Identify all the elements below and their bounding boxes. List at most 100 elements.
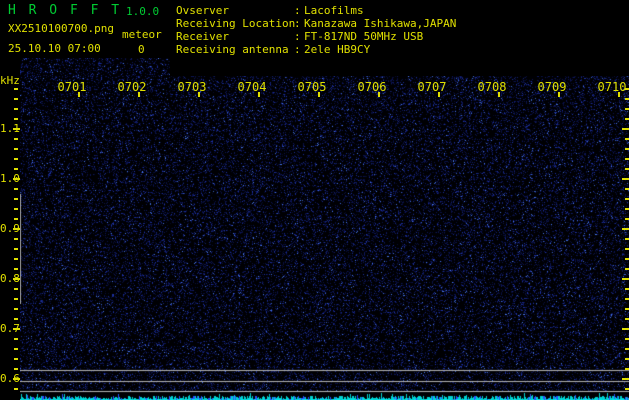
- frequency-axis-left: kHz 1.1 1.0 0.9 0.8 0.7 0.6: [0, 58, 20, 400]
- freq-minor-tick: [14, 218, 18, 220]
- freq-minor-tick: [14, 238, 18, 240]
- time-tick: [378, 92, 380, 97]
- time-tick-label: 0708: [472, 80, 512, 94]
- station-row: Ovserver: Lacofilms: [176, 4, 626, 17]
- freq-minor-tick: [14, 188, 18, 190]
- freq-minor-tick: [625, 118, 629, 120]
- station-row-separator: :: [294, 4, 304, 17]
- station-row-label: Receiver: [176, 30, 294, 43]
- freq-minor-tick: [625, 208, 629, 210]
- time-tick-label: 0709: [532, 80, 572, 94]
- hrofft-output: H R O F F T 1.0.0 XX2510100700.png meteo…: [0, 0, 629, 400]
- freq-minor-tick: [14, 148, 18, 150]
- freq-minor-tick: [14, 268, 18, 270]
- station-info-rows: Ovserver: Lacofilms Receiving Location: Kan…: [176, 4, 626, 56]
- time-tick: [438, 92, 440, 97]
- output-filename: XX2510100700.png: [8, 22, 114, 35]
- station-row-label: Receiving antenna: [176, 43, 294, 56]
- time-tick-label: 0702: [112, 80, 152, 94]
- freq-minor-tick: [14, 388, 18, 390]
- freq-minor-tick: [14, 258, 18, 260]
- time-tick-label: 0706: [352, 80, 392, 94]
- freq-minor-tick: [625, 238, 629, 240]
- freq-minor-tick: [14, 298, 18, 300]
- freq-minor-tick: [625, 298, 629, 300]
- time-tick: [498, 92, 500, 97]
- time-tick: [138, 92, 140, 97]
- station-row-separator: :: [294, 43, 304, 56]
- freq-minor-tick: [625, 108, 629, 110]
- station-row: Receiving Location: Kanazawa Ishikawa,JAP…: [176, 17, 626, 30]
- station-row-label: Ovserver: [176, 4, 294, 17]
- time-tick-label: 0703: [172, 80, 212, 94]
- time-tick-label: 0707: [412, 80, 452, 94]
- freq-major-tick: [622, 128, 629, 130]
- freq-minor-tick: [625, 88, 629, 90]
- time-tick-label: 0701: [52, 80, 92, 94]
- freq-minor-tick: [625, 318, 629, 320]
- time-axis: 0701 0702 0703 0704 0705 0706 0707 0708 0709 0710: [20, 58, 629, 400]
- freq-tick-label: 1.0: [0, 172, 14, 185]
- freq-minor-tick: [14, 108, 18, 110]
- freq-minor-tick: [625, 338, 629, 340]
- time-tick: [318, 92, 320, 97]
- freq-minor-tick: [625, 348, 629, 350]
- freq-minor-tick: [14, 138, 18, 140]
- freq-major-tick: [622, 228, 629, 230]
- frequency-unit-label: kHz: [0, 74, 20, 87]
- freq-major-tick: [622, 178, 629, 180]
- mode-label: meteor: [122, 28, 162, 41]
- freq-minor-tick: [14, 248, 18, 250]
- time-tick-label: 0705: [292, 80, 332, 94]
- freq-minor-tick: [14, 348, 18, 350]
- station-row: Receiving antenna:2ele HB9CY: [176, 43, 626, 56]
- freq-minor-tick: [14, 318, 18, 320]
- station-row-value: 2ele HB9CY: [304, 43, 626, 56]
- app-title: H R O F F T: [8, 3, 122, 18]
- station-row-label: Receiving Location: [176, 17, 294, 30]
- station-row-value: FT-817ND 50MHz USB: [304, 30, 626, 43]
- freq-minor-tick: [625, 98, 629, 100]
- freq-minor-tick: [14, 158, 18, 160]
- time-tick: [258, 92, 260, 97]
- freq-major-tick: [622, 328, 629, 330]
- station-row-separator: :: [294, 17, 304, 30]
- station-row-value: Lacofilms: [304, 4, 626, 17]
- time-tick: [558, 92, 560, 97]
- freq-minor-tick: [14, 98, 18, 100]
- freq-minor-tick: [14, 358, 18, 360]
- time-tick: [198, 92, 200, 97]
- freq-minor-tick: [14, 308, 18, 310]
- freq-minor-tick: [625, 288, 629, 290]
- freq-minor-tick: [14, 208, 18, 210]
- freq-minor-tick: [625, 188, 629, 190]
- freq-minor-tick: [14, 118, 18, 120]
- freq-minor-tick: [625, 168, 629, 170]
- time-tick-label: 0704: [232, 80, 272, 94]
- meteor-count: 0: [138, 43, 145, 56]
- freq-minor-tick: [625, 138, 629, 140]
- freq-minor-tick: [14, 168, 18, 170]
- freq-minor-tick: [14, 88, 18, 90]
- freq-major-tick: [622, 278, 629, 280]
- time-tick: [78, 92, 80, 97]
- station-row-value: Kanazawa Ishikawa,JAPAN: [304, 17, 626, 30]
- app-version: 1.0.0: [126, 5, 159, 18]
- freq-minor-tick: [625, 198, 629, 200]
- freq-minor-tick: [14, 368, 18, 370]
- freq-major-tick: [622, 378, 629, 380]
- freq-minor-tick: [625, 388, 629, 390]
- station-row-separator: :: [294, 30, 304, 43]
- freq-minor-tick: [625, 148, 629, 150]
- freq-minor-tick: [625, 218, 629, 220]
- freq-tick-label: 1.1: [0, 122, 14, 135]
- freq-minor-tick: [625, 158, 629, 160]
- freq-minor-tick: [625, 358, 629, 360]
- freq-minor-tick: [625, 368, 629, 370]
- freq-tick-label: 0.8: [0, 272, 14, 285]
- freq-minor-tick: [14, 198, 18, 200]
- freq-tick-label: 0.6: [0, 372, 14, 385]
- freq-minor-tick: [14, 338, 18, 340]
- station-row: Receiver: FT-817ND 50MHz USB: [176, 30, 626, 43]
- freq-minor-tick: [625, 248, 629, 250]
